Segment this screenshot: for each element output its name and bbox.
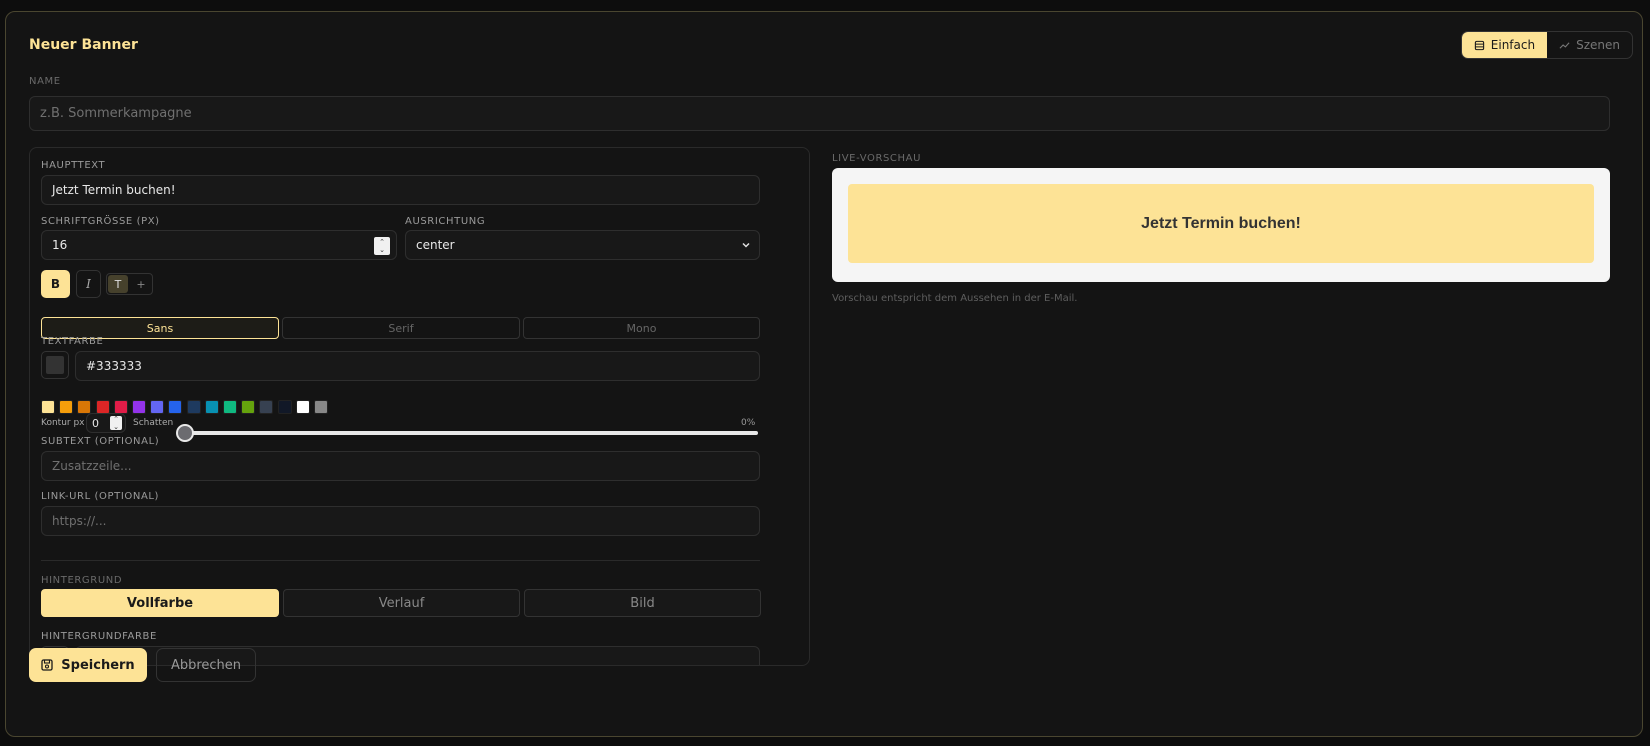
text-color-picker[interactable] bbox=[41, 351, 69, 379]
list-icon bbox=[1474, 40, 1484, 50]
text-style-button[interactable]: T bbox=[108, 275, 128, 293]
save-button[interactable]: Speichern bbox=[29, 648, 147, 682]
color-swatch[interactable] bbox=[95, 400, 110, 414]
italic-button[interactable]: I bbox=[76, 270, 101, 298]
text-effects-group: T + bbox=[106, 273, 153, 295]
font-size-stepper[interactable]: ⌃ ⌄ bbox=[374, 237, 390, 255]
font-size-label: SCHRIFTGRÖSSE (PX) bbox=[41, 216, 160, 227]
font-size-input[interactable]: 16 ⌃ ⌄ bbox=[41, 230, 397, 260]
color-swatch[interactable] bbox=[186, 400, 201, 414]
alignment-label: AUSRICHTUNG bbox=[405, 216, 486, 227]
color-swatch[interactable] bbox=[241, 400, 256, 414]
outline-label: Kontur px bbox=[41, 418, 85, 428]
main-text-label: HAUPTTEXT bbox=[41, 160, 106, 171]
trend-icon bbox=[1559, 41, 1570, 49]
chevron-down-icon bbox=[742, 242, 750, 248]
bold-button[interactable]: B bbox=[41, 270, 70, 298]
color-swatch[interactable] bbox=[277, 400, 292, 414]
font-size-value: 16 bbox=[52, 238, 68, 252]
color-swatch[interactable] bbox=[204, 400, 219, 414]
color-swatch[interactable] bbox=[150, 400, 165, 414]
color-swatch[interactable] bbox=[168, 400, 183, 414]
text-color-label: TEXTFARBE bbox=[41, 336, 104, 347]
chevron-up-icon: ⌃ bbox=[113, 415, 119, 423]
name-input[interactable]: z.B. Sommerkampagne bbox=[29, 96, 1610, 131]
outline-value: 0 bbox=[92, 416, 99, 430]
save-label: Speichern bbox=[61, 657, 135, 673]
mode-simple-label: Einfach bbox=[1490, 38, 1536, 52]
alignment-value: center bbox=[416, 238, 455, 252]
main-text-input[interactable]: Jetzt Termin buchen! bbox=[41, 175, 760, 205]
color-swatch[interactable] bbox=[77, 400, 92, 414]
preview-banner: Jetzt Termin buchen! bbox=[848, 184, 1594, 263]
font-tab-mono[interactable]: Mono bbox=[523, 317, 760, 339]
subtext-input[interactable]: Zusatzzeile... bbox=[41, 451, 760, 481]
banner-dialog: Neuer Banner Einfach Szenen NAME z.B. So… bbox=[5, 11, 1643, 737]
preview-box: Jetzt Termin buchen! bbox=[832, 168, 1610, 282]
font-tab-serif[interactable]: Serif bbox=[282, 317, 520, 339]
shadow-slider-track[interactable] bbox=[188, 431, 758, 435]
text-color-swatch bbox=[46, 356, 64, 374]
bg-color-label: HINTERGRUNDFARBE bbox=[41, 631, 157, 642]
dialog-title: Neuer Banner bbox=[29, 37, 138, 53]
mode-simple-button[interactable]: Einfach bbox=[1461, 32, 1548, 58]
color-swatch[interactable] bbox=[132, 400, 146, 414]
preview-note: Vorschau entspricht dem Aussehen in der … bbox=[832, 293, 1078, 304]
shadow-slider-thumb[interactable] bbox=[176, 424, 194, 442]
color-swatch[interactable] bbox=[259, 400, 274, 414]
background-label: HINTERGRUND bbox=[41, 575, 123, 586]
bg-tab-solid[interactable]: Vollfarbe bbox=[41, 589, 279, 617]
subtext-label: SUBTEXT (OPTIONAL) bbox=[41, 436, 160, 447]
editor-panel[interactable]: HAUPTTEXT Jetzt Termin buchen! SCHRIFTGR… bbox=[29, 147, 810, 666]
color-swatch[interactable] bbox=[113, 400, 128, 414]
bg-tab-gradient[interactable]: Verlauf bbox=[283, 589, 520, 617]
color-swatch[interactable] bbox=[314, 400, 328, 414]
outline-stepper[interactable]: ⌃ ⌄ bbox=[110, 415, 122, 431]
color-swatch[interactable] bbox=[295, 400, 310, 414]
shadow-value: 0% bbox=[741, 418, 756, 428]
name-label: NAME bbox=[29, 76, 61, 87]
chevron-up-icon: ⌃ bbox=[379, 238, 385, 246]
chevron-down-icon: ⌄ bbox=[113, 423, 119, 431]
alignment-select[interactable]: center bbox=[405, 230, 760, 260]
bg-tab-image[interactable]: Bild bbox=[524, 589, 761, 617]
link-input[interactable]: https://... bbox=[41, 506, 760, 536]
preview-label: LIVE-VORSCHAU bbox=[832, 153, 921, 164]
color-swatch[interactable] bbox=[223, 400, 237, 414]
outline-input[interactable]: 0 ⌃ ⌄ bbox=[86, 413, 126, 433]
color-swatch[interactable] bbox=[59, 400, 74, 414]
cancel-button[interactable]: Abbrechen bbox=[156, 648, 256, 682]
shadow-label: Schatten bbox=[133, 418, 174, 428]
save-icon bbox=[41, 659, 53, 671]
color-swatch[interactable] bbox=[41, 400, 55, 414]
mode-toggle: Einfach Szenen bbox=[1460, 31, 1633, 59]
add-effect-button[interactable]: + bbox=[131, 275, 151, 293]
mode-scenes-label: Szenen bbox=[1576, 38, 1620, 52]
divider bbox=[41, 560, 760, 561]
text-color-input[interactable]: #333333 bbox=[75, 351, 760, 381]
chevron-down-icon: ⌄ bbox=[379, 246, 385, 254]
mode-scenes-button[interactable]: Szenen bbox=[1547, 32, 1632, 58]
link-label: LINK-URL (OPTIONAL) bbox=[41, 491, 160, 502]
